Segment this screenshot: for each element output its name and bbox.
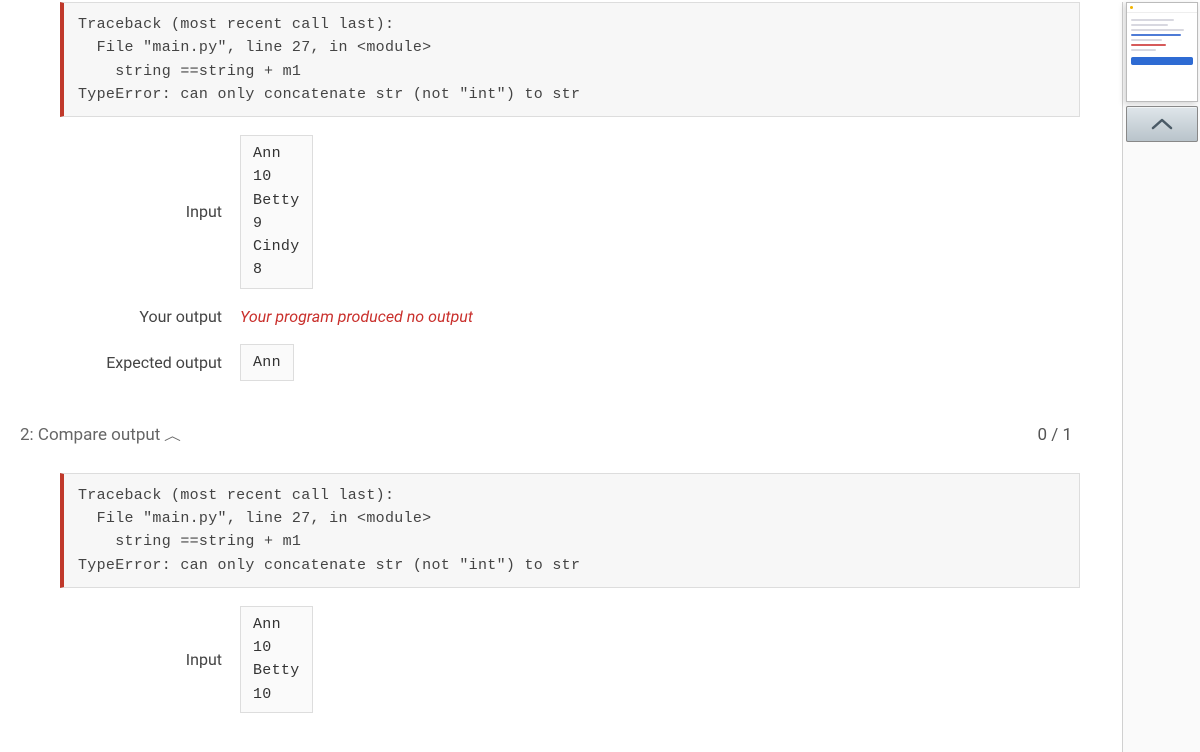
traceback-output-1: Traceback (most recent call last): File … — [60, 2, 1080, 117]
input-data-1: Ann 10 Betty 9 Cindy 8 — [240, 135, 313, 289]
right-sidebar — [1122, 2, 1200, 752]
test-section-2-header[interactable]: 2: Compare output ︿ 0 / 1 — [20, 411, 1080, 459]
test-section-2-score: 0 / 1 — [1037, 425, 1072, 445]
expected-output-row-1: Expected output Ann — [20, 344, 1080, 381]
test-section-2-title: 2: Compare output — [20, 425, 160, 445]
expected-output-label-1: Expected output — [20, 353, 240, 372]
page-thumbnail[interactable] — [1126, 2, 1198, 102]
input-label-2: Input — [20, 650, 240, 669]
expected-output-data-1: Ann — [240, 344, 294, 381]
chevron-up-icon — [1150, 117, 1174, 131]
your-output-row-1: Your output Your program produced no out… — [20, 307, 1080, 326]
chevron-up-icon: ︿ — [164, 425, 181, 444]
input-row-1: Input Ann 10 Betty 9 Cindy 8 — [20, 135, 1080, 289]
input-data-2: Ann 10 Betty 10 — [240, 606, 313, 713]
input-label-1: Input — [20, 202, 240, 221]
scroll-up-button[interactable] — [1126, 106, 1198, 142]
input-row-2: Input Ann 10 Betty 10 — [20, 606, 1080, 713]
your-output-msg-1: Your program produced no output — [240, 307, 473, 326]
traceback-output-2: Traceback (most recent call last): File … — [60, 473, 1080, 588]
your-output-label-1: Your output — [20, 307, 240, 326]
